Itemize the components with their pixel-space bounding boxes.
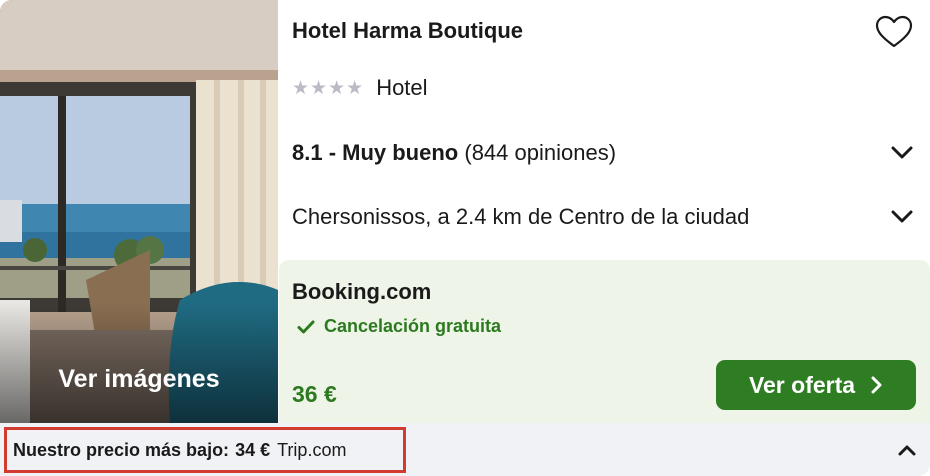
lowest-price-bar: Nuestro precio más bajo: 34 € Trip.com	[0, 423, 930, 476]
chevron-up-icon[interactable]	[894, 437, 920, 463]
star-icon: ★	[328, 76, 346, 99]
cancellation-label: Cancelación gratuita	[324, 316, 502, 336]
rating-row[interactable]: 8.1 - Muy bueno (844 opiniones)	[292, 128, 916, 178]
hotel-photo[interactable]: Ver imágenes	[0, 0, 278, 423]
lowest-price-value: 34 €	[235, 439, 271, 460]
location-row[interactable]: Chersonissos, a 2.4 km de Centro de la c…	[292, 192, 916, 242]
star-icon: ★	[346, 76, 364, 99]
lowest-price-highlight[interactable]: Nuestro precio más bajo: 34 € Trip.com	[4, 427, 406, 473]
property-type: Hotel	[376, 75, 428, 100]
star-rating: ★ ★ ★ ★	[292, 76, 364, 99]
stars-row: ★ ★ ★ ★ Hotel	[292, 75, 428, 101]
rating-text: 8.1 - Muy bueno (844 opiniones)	[292, 140, 616, 166]
rating-score: 8.1 - Muy bueno	[292, 140, 459, 165]
offer-price: 36 €	[292, 381, 337, 407]
view-offer-button[interactable]: Ver oferta	[716, 360, 916, 410]
star-icon: ★	[292, 76, 310, 99]
offer-provider: Booking.com	[292, 279, 432, 304]
rating-reviews: (844 opiniones)	[464, 140, 617, 165]
lowest-price-source: Trip.com	[277, 439, 347, 460]
chevron-down-icon[interactable]	[888, 203, 916, 231]
offer-box: Booking.com Cancelación gratuita 36 € Ve…	[279, 260, 930, 423]
see-images-label[interactable]: Ver imágenes	[0, 365, 278, 394]
heart-outline-icon	[875, 15, 913, 48]
hotel-card: Ver imágenes Hotel Harma Boutique ★ ★ ★ ★ H…	[0, 0, 930, 476]
chevron-right-icon	[871, 376, 883, 394]
check-icon	[297, 320, 315, 333]
photo-gradient	[0, 303, 278, 423]
favorite-button[interactable]	[872, 12, 916, 52]
free-cancellation: Cancelación gratuita	[297, 316, 501, 337]
lowest-price-label: Nuestro precio más bajo:	[13, 439, 230, 460]
chevron-down-icon[interactable]	[888, 139, 916, 167]
view-offer-label: Ver oferta	[748, 371, 856, 398]
star-icon: ★	[310, 76, 328, 99]
location-text: Chersonissos, a 2.4 km de Centro de la c…	[292, 204, 750, 229]
hotel-name[interactable]: Hotel Harma Boutique	[292, 18, 523, 44]
